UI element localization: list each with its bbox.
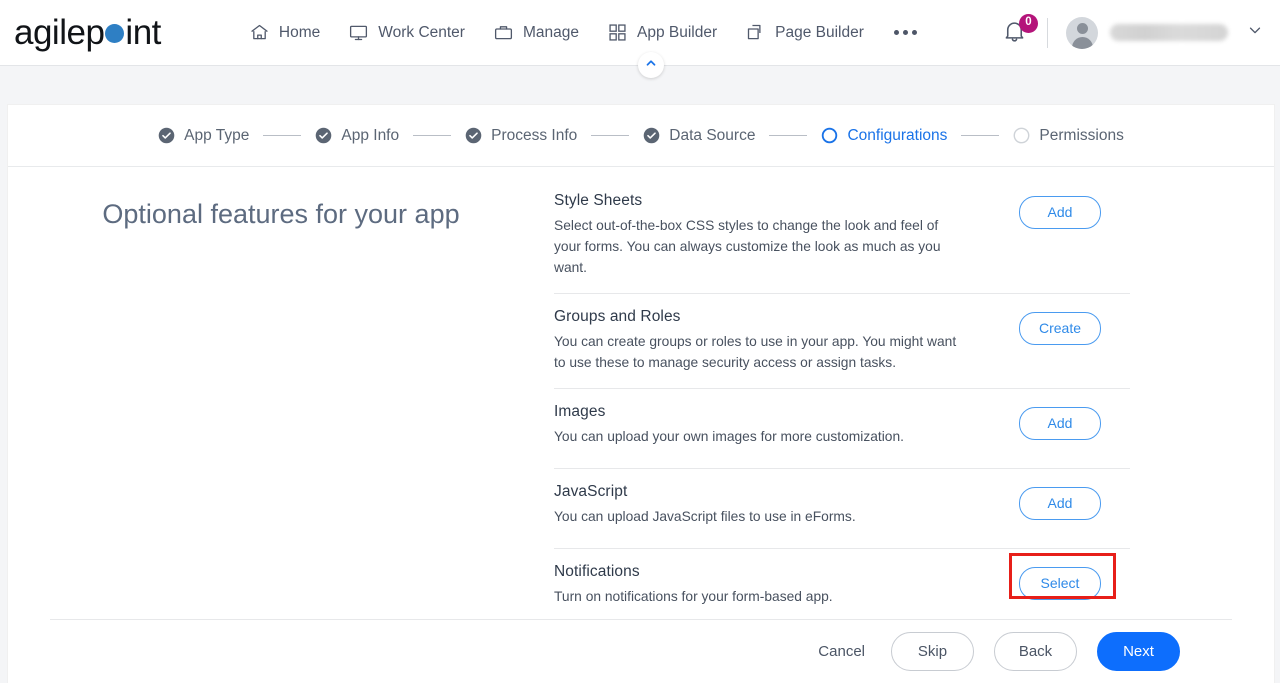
- feature-text: Notifications Turn on notifications for …: [554, 563, 990, 608]
- top-navigation-bar: agilep int Home Work Center Manage App B…: [0, 0, 1280, 78]
- feature-action: Select: [990, 552, 1130, 600]
- nav-label-work-center: Work Center: [378, 23, 465, 41]
- nav-item-page-builder[interactable]: Page Builder: [731, 16, 878, 49]
- active-circle-icon: [821, 127, 838, 144]
- logo-dot: [105, 24, 125, 43]
- agilepoint-logo[interactable]: agilep int: [14, 15, 161, 50]
- feature-description: Turn on notifications for your form-base…: [554, 588, 833, 604]
- step-label-app-info: App Info: [341, 126, 400, 144]
- step-app-type[interactable]: App Type: [158, 127, 249, 145]
- nav-label-home: Home: [278, 23, 321, 41]
- step-connector: [263, 135, 302, 136]
- page-background: App Type App Info Process Info Data Sour…: [0, 66, 1280, 683]
- feature-text: Groups and Roles You can create groups o…: [554, 308, 990, 374]
- feature-description: You can upload your own images for more …: [554, 428, 904, 444]
- chevron-down-icon[interactable]: [1246, 21, 1264, 44]
- chevron-up-icon: [644, 56, 658, 75]
- step-connector: [413, 135, 452, 136]
- feature-title: Style Sheets: [554, 192, 643, 209]
- check-circle-icon: [315, 127, 332, 144]
- empty-circle-icon: [1013, 127, 1030, 144]
- step-label-permissions: Permissions: [1039, 126, 1124, 144]
- step-label-data-source: Data Source: [669, 126, 756, 144]
- check-circle-icon: [158, 127, 175, 144]
- feature-title: Groups and Roles: [554, 307, 681, 325]
- collapse-navigation-button[interactable]: [638, 52, 664, 78]
- page-title: Optional features for your app: [102, 199, 460, 229]
- dot-2-icon: [902, 30, 908, 35]
- nav-item-work-center[interactable]: Work Center: [334, 16, 479, 49]
- feature-description: Select out-of-the-box CSS styles to chan…: [554, 218, 941, 275]
- step-connector: [961, 135, 1000, 136]
- style-sheets-add-button[interactable]: Add: [1019, 196, 1101, 229]
- left-pane: Optional features for your app: [8, 167, 554, 619]
- nav-more-menu-button[interactable]: [878, 24, 933, 41]
- check-circle-icon: [465, 127, 482, 144]
- step-label-process-info: Process Info: [491, 126, 578, 144]
- nav-label-app-builder: App Builder: [636, 23, 718, 41]
- grid-icon: [607, 22, 628, 43]
- next-button[interactable]: Next: [1097, 631, 1180, 671]
- step-process-info[interactable]: Process Info: [465, 127, 577, 145]
- feature-title: Notifications: [554, 562, 640, 580]
- notifications-button[interactable]: 0: [1001, 13, 1038, 49]
- nav-items: Home Work Center Manage App Builder Page…: [235, 16, 933, 49]
- nav-label-page-builder: Page Builder: [775, 23, 864, 41]
- feature-text: Style Sheets Select out-of-the-box CSS s…: [554, 192, 990, 279]
- feature-text: JavaScript You can upload JavaScript fil…: [554, 483, 990, 528]
- nav-item-manage[interactable]: Manage: [479, 16, 593, 49]
- step-label-configurations: Configurations: [847, 126, 948, 144]
- features-list: Style Sheets Select out-of-the-box CSS s…: [554, 167, 1274, 619]
- notifications-select-button[interactable]: Select: [1019, 566, 1101, 600]
- feature-text: Images You can upload your own images fo…: [554, 403, 990, 448]
- user-name-redacted: [1110, 24, 1228, 41]
- bell-icon: [1001, 21, 1028, 49]
- nav-divider: [1047, 17, 1048, 48]
- check-circle-icon: [643, 127, 660, 144]
- feature-row-images: Images You can upload your own images fo…: [554, 389, 1130, 469]
- feature-action: Add: [990, 483, 1130, 520]
- avatar[interactable]: [1066, 16, 1098, 49]
- step-configurations[interactable]: Configurations: [821, 127, 947, 145]
- nav-item-home[interactable]: Home: [235, 16, 334, 49]
- step-label-app-type: App Type: [184, 126, 250, 144]
- skip-button[interactable]: Skip: [891, 631, 974, 671]
- logo-text-part1: agilep: [14, 13, 105, 52]
- copy-pages-icon: [745, 22, 766, 43]
- monitor-icon: [348, 22, 369, 43]
- nav-item-app-builder[interactable]: App Builder: [593, 16, 731, 49]
- feature-action: Add: [990, 403, 1130, 440]
- home-icon: [249, 22, 270, 43]
- dot-1-icon: [893, 30, 899, 35]
- wizard-card: App Type App Info Process Info Data Sour…: [8, 105, 1274, 683]
- feature-title: Images: [554, 402, 606, 420]
- feature-title: JavaScript: [554, 482, 628, 500]
- feature-row-javascript: JavaScript You can upload JavaScript fil…: [554, 469, 1130, 549]
- cancel-button[interactable]: Cancel: [812, 635, 871, 668]
- feature-description: You can create groups or roles to use in…: [554, 333, 957, 370]
- feature-description: You can upload JavaScript files to use i…: [554, 508, 856, 524]
- feature-row-notifications: Notifications Turn on notifications for …: [554, 549, 1130, 629]
- images-add-button[interactable]: Add: [1019, 406, 1101, 440]
- feature-action: Add: [990, 192, 1130, 229]
- javascript-add-button[interactable]: Add: [1019, 486, 1101, 520]
- step-app-info[interactable]: App Info: [315, 127, 399, 145]
- wizard-stepper: App Type App Info Process Info Data Sour…: [8, 105, 1274, 167]
- step-connector: [769, 135, 808, 136]
- back-button[interactable]: Back: [994, 631, 1077, 671]
- step-data-source[interactable]: Data Source: [643, 127, 755, 145]
- dot-3-icon: [911, 30, 917, 35]
- feature-action: Create: [990, 308, 1130, 345]
- nav-label-manage: Manage: [522, 23, 579, 41]
- step-permissions[interactable]: Permissions: [1013, 126, 1124, 145]
- wizard-content: Optional features for your app Style She…: [8, 167, 1274, 619]
- notification-count-badge: 0: [1019, 13, 1038, 33]
- step-connector: [591, 135, 630, 136]
- nav-right-section: 0: [1001, 13, 1264, 49]
- feature-row-groups-and-roles: Groups and Roles You can create groups o…: [554, 294, 1130, 389]
- groups-and-roles-create-button[interactable]: Create: [1019, 311, 1101, 345]
- logo-text-part2: int: [125, 13, 161, 52]
- briefcase-icon: [493, 22, 514, 43]
- feature-row-style-sheets: Style Sheets Select out-of-the-box CSS s…: [554, 178, 1130, 294]
